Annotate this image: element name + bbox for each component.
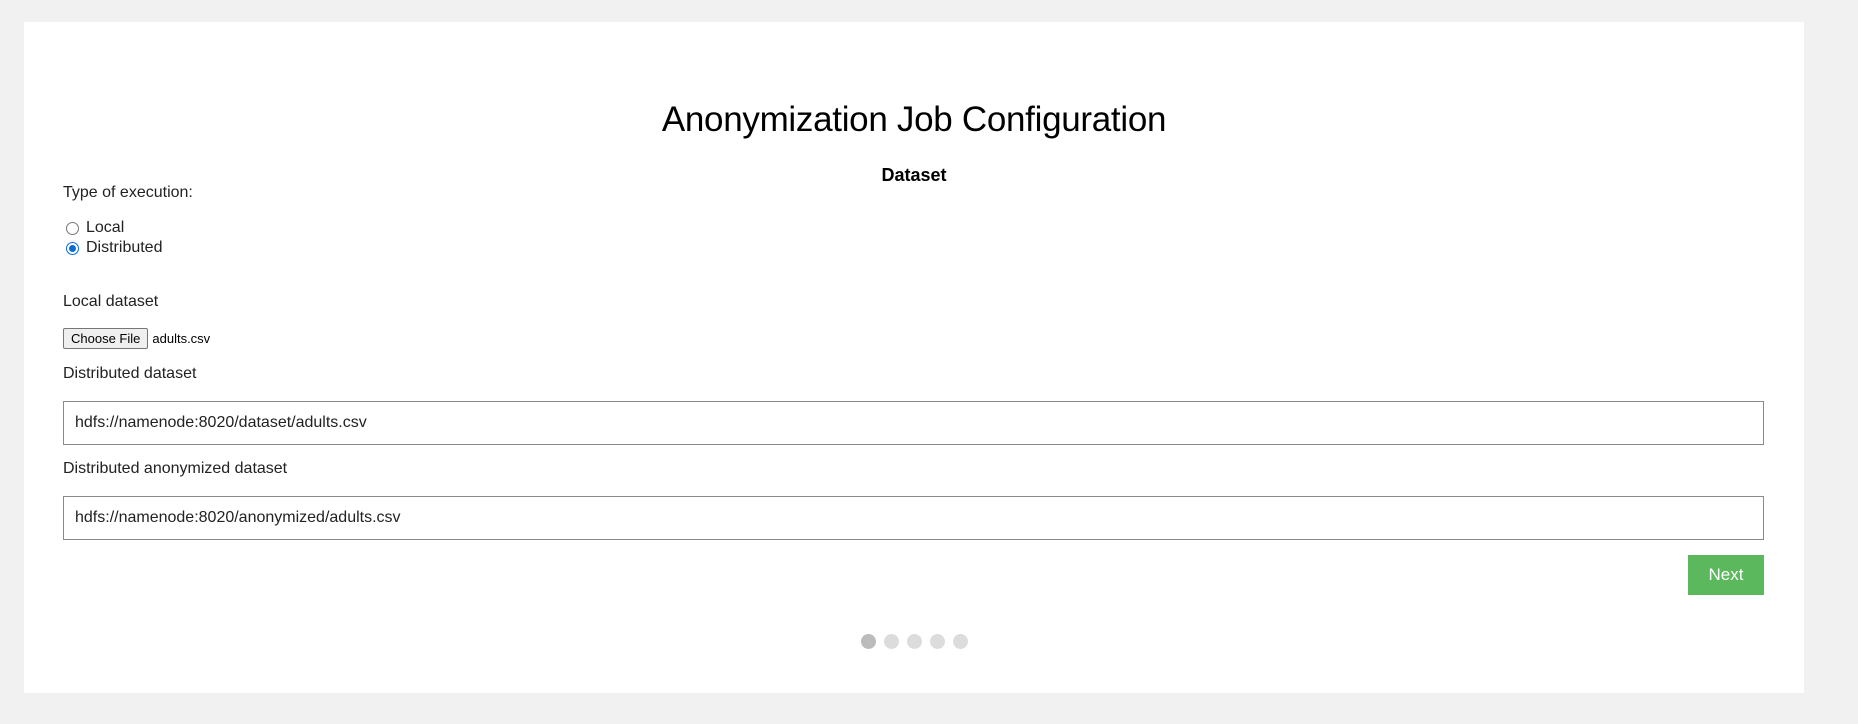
distributed-dataset-input[interactable]: hdfs://namenode:8020/dataset/adults.csv <box>63 401 1764 445</box>
step-indicator <box>24 634 1804 649</box>
choose-file-button[interactable]: Choose File <box>63 328 149 349</box>
step-dot-5 <box>952 634 968 649</box>
section-title: Dataset <box>881 165 947 185</box>
page-title: Anonymization Job Configuration <box>661 100 1167 139</box>
radio-distributed[interactable]: Distributed <box>66 239 162 257</box>
distributed-anonymized-dataset-input[interactable]: hdfs://namenode:8020/anonymized/adults.c… <box>63 496 1764 540</box>
step-dot-2 <box>883 634 899 649</box>
local-dataset-file-input[interactable]: Choose File adults.csv <box>63 328 210 349</box>
config-card: Anonymization Job Configuration Dataset … <box>24 22 1804 693</box>
distributed-dataset-label: Distributed dataset <box>63 365 197 382</box>
distributed-anonymized-dataset-label: Distributed anonymized dataset <box>63 460 288 477</box>
radio-distributed-button[interactable] <box>66 241 79 255</box>
step-dot-3 <box>906 634 922 649</box>
radio-local[interactable]: Local <box>66 219 124 237</box>
local-dataset-label: Local dataset <box>63 293 159 310</box>
step-dot-4 <box>929 634 945 649</box>
execution-type-label: Type of execution: <box>63 184 193 201</box>
selected-file-name: adults.csv <box>152 331 211 346</box>
next-button[interactable]: Next <box>1688 555 1764 595</box>
radio-local-label: Local <box>86 219 125 236</box>
radio-local-button[interactable] <box>66 221 79 235</box>
radio-distributed-label: Distributed <box>86 239 163 256</box>
step-dot-1 <box>860 634 876 649</box>
